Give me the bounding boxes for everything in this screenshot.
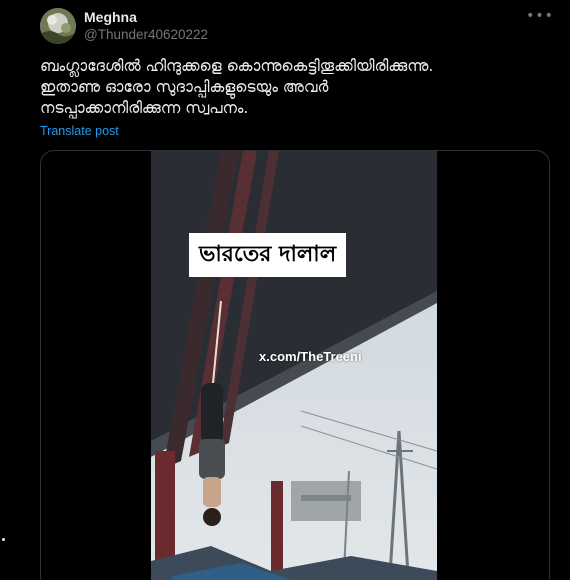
video-watermark: x.com/TheTreeni xyxy=(259,349,362,364)
avatar-image xyxy=(40,8,76,44)
post-text: ബംഗ്ലാദേശിൽ ഹിന്ദുക്കളെ കൊന്നുകെട്ടിതൂക്… xyxy=(40,56,550,119)
author-handle[interactable]: @Thunder40620222 xyxy=(84,27,208,42)
video-player[interactable]: ভারতের দালাল x.com/TheTreeni xyxy=(151,151,437,580)
video-caption: ভারতের দালাল xyxy=(189,233,347,277)
more-options-button[interactable]: ••• xyxy=(526,6,554,26)
post-text-line: ഇതാണു ഓരോ സുദാപ്പികളുടെയും അവർ xyxy=(40,78,329,96)
video-frame xyxy=(151,151,437,580)
left-rail xyxy=(0,0,8,580)
media-card[interactable]: ভারতের দালাল x.com/TheTreeni xyxy=(40,150,550,580)
more-options-icon: ••• xyxy=(526,8,554,24)
avatar[interactable] xyxy=(40,8,76,44)
post-text-line: നടപ്പാക്കാനിരിക്കുന്ന സ്വപനം. xyxy=(40,99,249,117)
post-text-line: ബംഗ്ലാദേശിൽ ഹിന്ദുക്കളെ കൊന്നുകെട്ടിതൂക്… xyxy=(40,57,434,75)
author-display-name[interactable]: Meghna xyxy=(84,9,137,25)
translate-post-link[interactable]: Translate post xyxy=(40,124,119,138)
rail-dot xyxy=(2,538,5,541)
tweet[interactable]: Meghna @Thunder40620222 ••• ബംഗ്ലാദേശിൽ … xyxy=(0,0,570,580)
